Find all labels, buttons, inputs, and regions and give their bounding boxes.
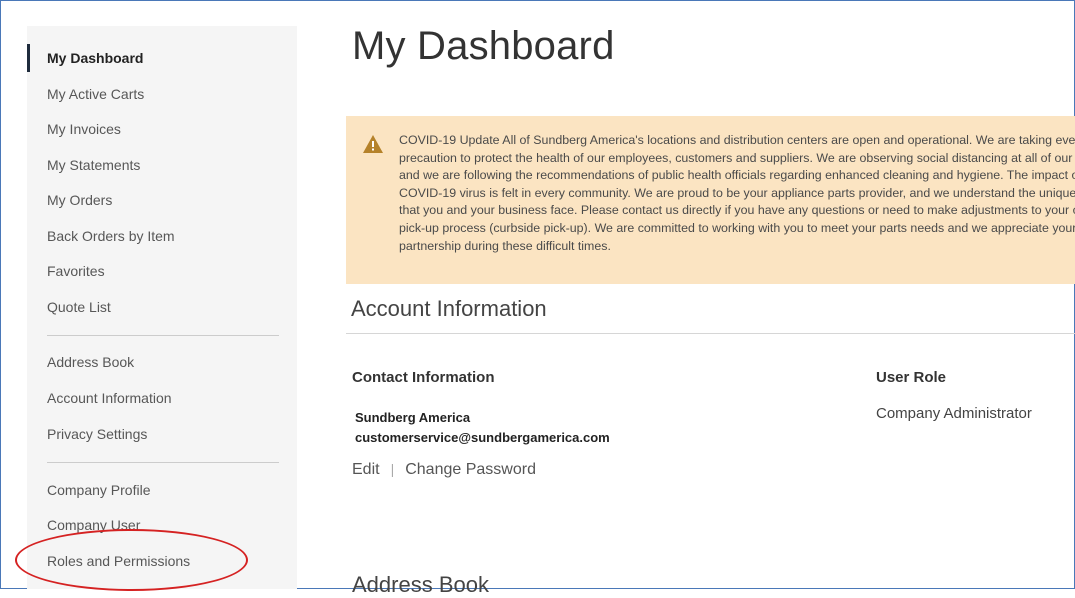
sidebar-item-my-orders[interactable]: My Orders (47, 192, 112, 208)
address-book-title: Address Book (352, 572, 489, 597)
page-title: My Dashboard (352, 24, 615, 68)
sidebar-divider (47, 335, 279, 336)
sidebar-item-quote-list[interactable]: Quote List (47, 299, 111, 315)
sidebar-item-privacy-settings[interactable]: Privacy Settings (47, 426, 147, 442)
notice-text: COVID-19 Update All of Sundberg America'… (399, 133, 1075, 253)
sidebar-item-address-book[interactable]: Address Book (47, 354, 134, 370)
sidebar-item-favorites[interactable]: Favorites (47, 263, 105, 279)
user-role-value: Company Administrator (876, 405, 1032, 422)
sidebar-item-my-statements[interactable]: My Statements (47, 157, 140, 173)
sidebar-item-roles-and-permissions[interactable]: Roles and Permissions (47, 553, 190, 569)
sidebar-divider (47, 462, 279, 463)
account-information-title: Account Information (351, 296, 547, 321)
change-password-link[interactable]: Change Password (405, 461, 536, 478)
section-divider (346, 333, 1075, 334)
link-separator: | (390, 461, 395, 477)
edit-link[interactable]: Edit (352, 461, 380, 478)
covid-notice-banner: COVID-19 Update All of Sundberg America'… (346, 116, 1075, 284)
sidebar-item-company-profile[interactable]: Company Profile (47, 482, 151, 498)
contact-information-heading: Contact Information (352, 369, 495, 386)
sidebar-item-account-information[interactable]: Account Information (47, 390, 172, 406)
sidebar-item-my-active-carts[interactable]: My Active Carts (47, 86, 144, 102)
sidebar-item-my-dashboard[interactable]: My Dashboard (47, 50, 143, 66)
user-role-heading: User Role (876, 369, 947, 386)
account-sidebar: My Dashboard My Active Carts My Invoices… (27, 26, 297, 589)
sidebar-item-back-orders-by-item[interactable]: Back Orders by Item (47, 228, 175, 244)
account-actions: Edit | Change Password (352, 461, 536, 479)
contact-name: Sundberg America (355, 410, 471, 425)
active-indicator (27, 44, 30, 72)
contact-email: customerservice@sundbergamerica.com (355, 430, 610, 445)
warning-triangle-icon (363, 135, 383, 153)
sidebar-item-company-user[interactable]: Company User (47, 517, 140, 533)
sidebar-item-my-invoices[interactable]: My Invoices (47, 121, 121, 137)
